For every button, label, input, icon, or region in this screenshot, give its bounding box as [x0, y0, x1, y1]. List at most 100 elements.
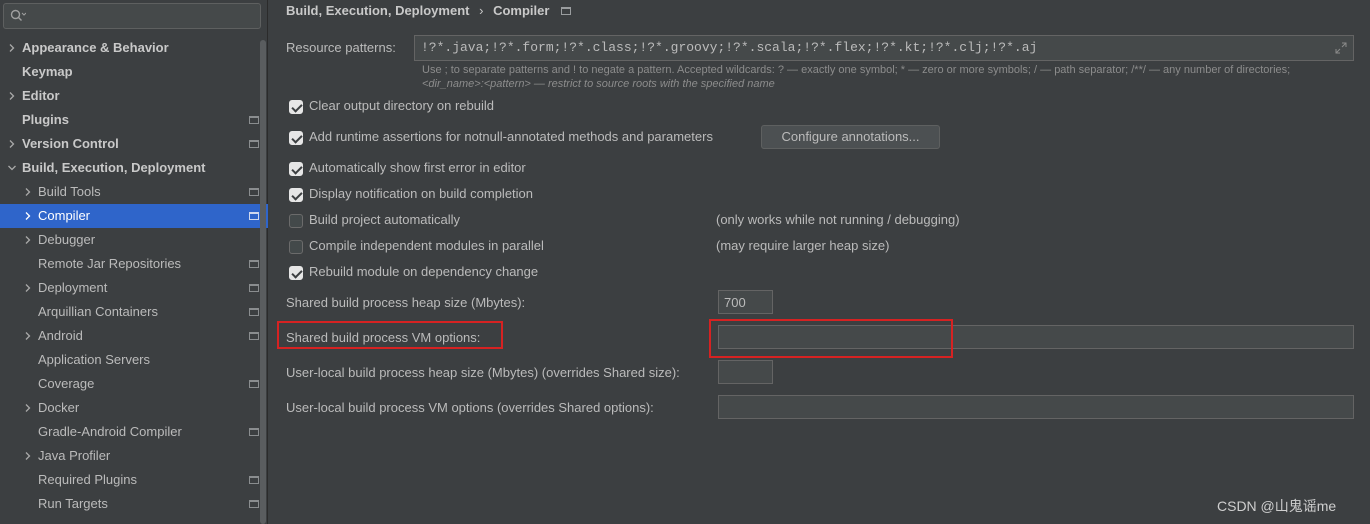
sidebar-item-label: Remote Jar Repositories — [38, 256, 182, 271]
sidebar-scrollbar[interactable] — [260, 40, 266, 524]
sidebar-item-label: Build Tools — [38, 184, 101, 199]
settings-search-box[interactable] — [3, 3, 261, 29]
project-scope-icon — [249, 308, 259, 316]
project-scope-icon — [249, 332, 259, 340]
checkbox-add-runtime-assertions-for-notnull-annotated-methods-and-parameters[interactable] — [289, 131, 303, 145]
sidebar-item-android[interactable]: Android — [0, 324, 268, 348]
project-scope-icon — [561, 7, 572, 15]
sidebar-item-plugins[interactable]: Plugins — [0, 108, 268, 132]
watermark: CSDN @山鬼谣me — [1217, 498, 1337, 514]
checkbox-label-clear-output-directory-on-rebuild[interactable]: Clear output directory on rebuild — [309, 98, 494, 113]
user-local-heap-size-label: User-local build process heap size (Mbyt… — [286, 365, 680, 380]
chevron-right-icon[interactable] — [22, 444, 34, 468]
chevron-right-icon[interactable] — [22, 204, 34, 228]
shared-heap-size-value: 700 — [724, 295, 746, 310]
sidebar-item-label: Arquillian Containers — [38, 304, 158, 319]
sidebar-item-application-servers[interactable]: Application Servers — [0, 348, 268, 372]
sidebar-item-compiler[interactable]: Compiler — [0, 204, 268, 228]
chevron-right-icon[interactable] — [22, 396, 34, 420]
checkbox-automatically-show-first-error-in-editor[interactable] — [289, 162, 303, 176]
chevron-right-icon[interactable] — [22, 276, 34, 300]
sidebar-item-debugger[interactable]: Debugger — [0, 228, 268, 252]
sidebar-item-label: Build, Execution, Deployment — [22, 160, 206, 175]
checkbox-label-add-runtime-assertions-for-notnull-annotated-methods-and-parameters[interactable]: Add runtime assertions for notnull-annot… — [309, 129, 713, 144]
breadcrumb-separator: › — [479, 3, 484, 18]
project-scope-icon — [249, 380, 259, 388]
checkbox-clear-output-directory-on-rebuild[interactable] — [289, 100, 303, 114]
project-scope-icon — [249, 188, 259, 196]
shared-heap-size-label: Shared build process heap size (Mbytes): — [286, 295, 526, 310]
user-local-heap-size-field[interactable] — [718, 360, 773, 384]
project-scope-icon — [249, 212, 259, 220]
sidebar-item-label: Application Servers — [38, 352, 150, 367]
compiler-settings-panel: Build, Execution, Deployment › Compiler … — [269, 0, 1370, 524]
sidebar-item-gradle-android-compiler[interactable]: Gradle-Android Compiler — [0, 420, 268, 444]
sidebar-item-remote-jar-repositories[interactable]: Remote Jar Repositories — [0, 252, 268, 276]
resource-patterns-label: Resource patterns: — [286, 40, 396, 55]
sidebar-item-coverage[interactable]: Coverage — [0, 372, 268, 396]
sidebar-item-java-profiler[interactable]: Java Profiler — [0, 444, 268, 468]
sidebar-item-arquillian-containers[interactable]: Arquillian Containers — [0, 300, 268, 324]
sidebar-item-label: Required Plugins — [38, 472, 138, 487]
sidebar-item-label: Plugins — [22, 112, 69, 127]
user-local-vm-options-field[interactable] — [718, 395, 1354, 419]
shared-heap-size-field[interactable]: 700 — [718, 290, 773, 314]
highlight-box-field — [709, 319, 953, 358]
settings-search-input[interactable] — [28, 6, 256, 26]
option-note: (may require larger heap size) — [716, 238, 890, 253]
chevron-right-icon[interactable] — [6, 84, 18, 108]
checkbox-label-rebuild-module-on-dependency-change[interactable]: Rebuild module on dependency change — [309, 264, 538, 279]
configure-annotations-button[interactable]: Configure annotations... — [761, 125, 940, 149]
sidebar-item-label: Coverage — [38, 376, 95, 391]
sidebar-item-version-control[interactable]: Version Control — [0, 132, 268, 156]
project-scope-icon — [249, 476, 259, 484]
sidebar-item-run-targets[interactable]: Run Targets — [0, 492, 268, 516]
chevron-right-icon[interactable] — [6, 132, 18, 156]
checkbox-display-notification-on-build-completion[interactable] — [289, 188, 303, 202]
resource-patterns-value: !?*.java;!?*.form;!?*.class;!?*.groovy;!… — [421, 40, 1038, 55]
option-note: (only works while not running / debuggin… — [716, 212, 960, 227]
checkbox-compile-independent-modules-in-parallel[interactable] — [289, 240, 303, 254]
chevron-right-icon[interactable] — [22, 324, 34, 348]
sidebar-item-label: Gradle-Android Compiler — [38, 424, 182, 439]
project-scope-icon — [249, 428, 259, 436]
checkbox-build-project-automatically[interactable] — [289, 214, 303, 228]
sidebar-item-label: Deployment — [38, 280, 108, 295]
checkbox-rebuild-module-on-dependency-change[interactable] — [289, 266, 303, 280]
resource-patterns-field[interactable]: !?*.java;!?*.form;!?*.class;!?*.groovy;!… — [414, 35, 1354, 61]
sidebar-item-appearance-behavior[interactable]: Appearance & Behavior — [0, 36, 268, 60]
settings-sidebar: Appearance & Behavior Keymap Editor Plugins… — [0, 0, 268, 524]
user-local-vm-options-label: User-local build process VM options (ove… — [286, 400, 654, 415]
breadcrumb-current: Compiler — [493, 3, 550, 18]
sidebar-item-deployment[interactable]: Deployment — [0, 276, 268, 300]
checkbox-label-build-project-automatically[interactable]: Build project automatically — [309, 212, 460, 227]
checkbox-label-automatically-show-first-error-in-editor[interactable]: Automatically show first error in editor — [309, 160, 526, 175]
resource-patterns-hint-line1: Use ; to separate patterns and ! to nega… — [422, 64, 1291, 76]
project-scope-icon — [249, 116, 259, 124]
sidebar-item-docker[interactable]: Docker — [0, 396, 268, 420]
chevron-right-icon[interactable] — [22, 180, 34, 204]
expand-icon[interactable] — [1335, 42, 1347, 54]
sidebar-item-build-tools[interactable]: Build Tools — [0, 180, 268, 204]
shared-vm-options-label: Shared build process VM options: — [286, 330, 481, 345]
checkbox-label-compile-independent-modules-in-parallel[interactable]: Compile independent modules in parallel — [309, 238, 544, 253]
sidebar-item-label: Java Profiler — [38, 448, 111, 463]
sidebar-item-label: Docker — [38, 400, 80, 415]
breadcrumb-parent[interactable]: Build, Execution, Deployment — [286, 3, 469, 18]
chevron-right-icon[interactable] — [22, 228, 34, 252]
project-scope-icon — [249, 260, 259, 268]
resource-patterns-hint-line2: <dir_name>:<pattern> — restrict to sourc… — [422, 78, 775, 90]
sidebar-item-editor[interactable]: Editor — [0, 84, 268, 108]
sidebar-item-label: Keymap — [22, 64, 73, 79]
checkbox-label-display-notification-on-build-completion[interactable]: Display notification on build completion — [309, 186, 533, 201]
project-scope-icon — [249, 140, 259, 148]
chevron-down-icon[interactable] — [6, 156, 18, 180]
sidebar-item-keymap[interactable]: Keymap — [0, 60, 268, 84]
sidebar-item-required-plugins[interactable]: Required Plugins — [0, 468, 268, 492]
sidebar-item-label: Android — [38, 328, 83, 343]
project-scope-icon — [249, 284, 259, 292]
chevron-right-icon[interactable] — [6, 36, 18, 60]
sidebar-item-build-execution-deployment[interactable]: Build, Execution, Deployment — [0, 156, 268, 180]
sidebar-item-label: Compiler — [38, 208, 91, 223]
sidebar-item-label: Editor — [22, 88, 60, 103]
